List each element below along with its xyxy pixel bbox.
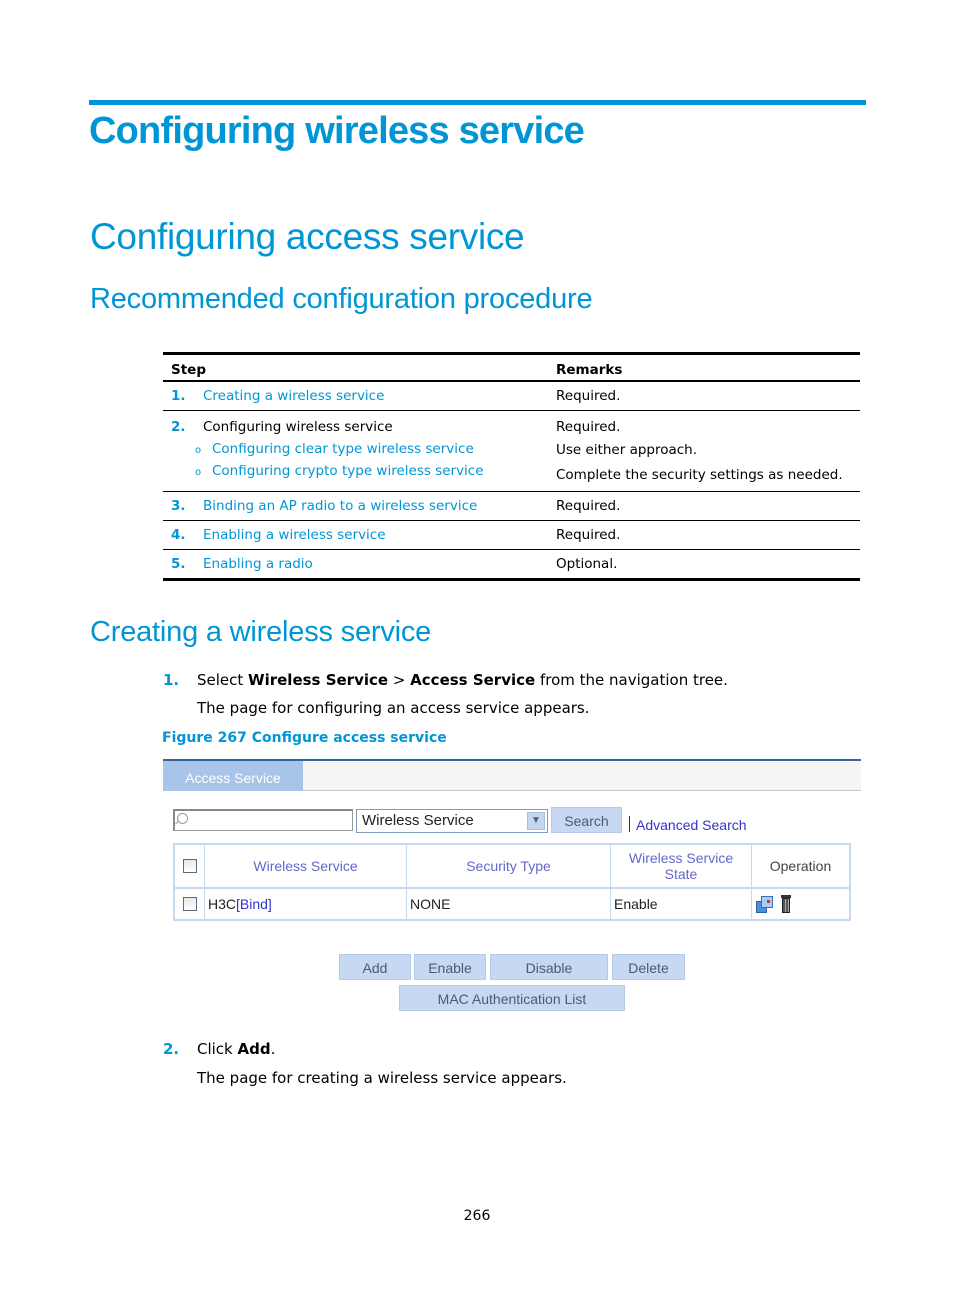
step-number: 5.	[171, 556, 186, 572]
remark: Required.	[556, 419, 621, 435]
step-number: 2.	[163, 1040, 180, 1058]
bullet-icon: o	[195, 467, 202, 478]
search-input[interactable]	[173, 809, 353, 831]
col-security-type[interactable]: Security Type	[407, 845, 611, 887]
access-service-figure: Access Service Wireless Service ▼ Search…	[163, 759, 861, 1019]
substep-link[interactable]: Configuring clear type wireless service	[212, 441, 474, 457]
step-1: 1. Select Wireless Service > Access Servi…	[163, 671, 728, 689]
search-button[interactable]: Search	[551, 807, 622, 833]
col-operation: Operation	[769, 858, 832, 874]
remark: Required.	[556, 388, 621, 404]
table-row: H3C [Bind] NONE Enable	[175, 889, 849, 919]
chapter-title: Configuring wireless service	[89, 110, 585, 152]
header-step: Step	[171, 362, 206, 378]
edit-icon[interactable]	[756, 895, 774, 913]
remark: Use either approach.	[556, 442, 698, 458]
tab-access-service[interactable]: Access Service	[163, 761, 303, 791]
disable-button[interactable]: Disable	[490, 954, 608, 980]
grid-header: Wireless Service Security Type Wireless …	[175, 845, 849, 889]
tab-bar: Access Service	[163, 759, 861, 791]
bullet-icon: o	[195, 445, 202, 456]
security-type: NONE	[407, 889, 611, 919]
service-name: H3C	[208, 896, 237, 912]
bind-link[interactable]: [Bind]	[236, 896, 272, 912]
chapter-rule	[89, 100, 866, 105]
figure-caption: Figure 267 Configure access service	[162, 730, 447, 746]
mac-auth-list-button[interactable]: MAC Authentication List	[399, 985, 625, 1011]
step-number: 1.	[163, 671, 180, 689]
step-text: Configuring wireless service	[203, 419, 393, 435]
enable-button[interactable]: Enable	[414, 954, 486, 980]
row-checkbox[interactable]	[182, 897, 197, 911]
chevron-down-icon[interactable]: ▼	[527, 812, 545, 830]
step-number: 3.	[171, 498, 186, 514]
procedure-title: Recommended configuration procedure	[90, 283, 593, 315]
procedure-table-header: Step Remarks	[163, 355, 860, 382]
procedure-row: 2. Configuring wireless service o Configuri…	[163, 411, 860, 492]
procedure-row: 5. Enabling a radio Optional.	[163, 550, 860, 578]
step-link[interactable]: Creating a wireless service	[203, 388, 384, 404]
procedure-row: 4. Enabling a wireless service Required.	[163, 521, 860, 550]
col-service-state[interactable]: Wireless Service State	[611, 845, 752, 887]
step-1-note: The page for configuring an access servi…	[197, 699, 590, 717]
step-number: 4.	[171, 527, 186, 543]
search-icon	[177, 813, 188, 824]
col-wireless-service[interactable]: Wireless Service	[205, 845, 407, 887]
procedure-row: 1. Creating a wireless service Required.	[163, 382, 860, 411]
nav-wireless-service: Wireless Service	[248, 671, 389, 689]
select-all-checkbox[interactable]	[182, 859, 197, 873]
page-number: 266	[463, 1208, 491, 1224]
advanced-search-link[interactable]: Advanced Search	[636, 817, 747, 833]
remark: Required.	[556, 498, 621, 514]
search-field-select[interactable]: Wireless Service ▼	[356, 809, 548, 833]
header-remarks: Remarks	[556, 362, 623, 378]
step-2-note: The page for creating a wireless service…	[197, 1069, 567, 1087]
procedure-table: Step Remarks 1. Creating a wireless servi…	[163, 352, 860, 581]
step-2: 2. Click Add.	[163, 1040, 276, 1058]
remark: Required.	[556, 527, 621, 543]
service-state: Enable	[611, 889, 752, 919]
step-link[interactable]: Binding an AP radio to a wireless servic…	[203, 498, 477, 514]
add-button[interactable]: Add	[339, 954, 411, 980]
step-link[interactable]: Enabling a radio	[203, 556, 313, 572]
step-number: 1.	[171, 388, 186, 404]
separator	[629, 816, 630, 832]
section-title: Configuring access service	[90, 216, 525, 257]
procedure-row: 3. Binding an AP radio to a wireless serv…	[163, 492, 860, 521]
delete-button[interactable]: Delete	[612, 954, 685, 980]
delete-icon[interactable]	[780, 895, 792, 913]
substep-link[interactable]: Configuring crypto type wireless service	[212, 463, 484, 479]
wireless-service-grid: Wireless Service Security Type Wireless …	[173, 843, 851, 921]
step-link[interactable]: Enabling a wireless service	[203, 527, 386, 543]
step-number: 2.	[171, 419, 186, 435]
remark: Optional.	[556, 556, 618, 572]
remark: Complete the security settings as needed…	[556, 467, 843, 483]
nav-access-service: Access Service	[410, 671, 536, 689]
add-reference: Add	[237, 1040, 271, 1058]
creating-title: Creating a wireless service	[90, 616, 432, 648]
